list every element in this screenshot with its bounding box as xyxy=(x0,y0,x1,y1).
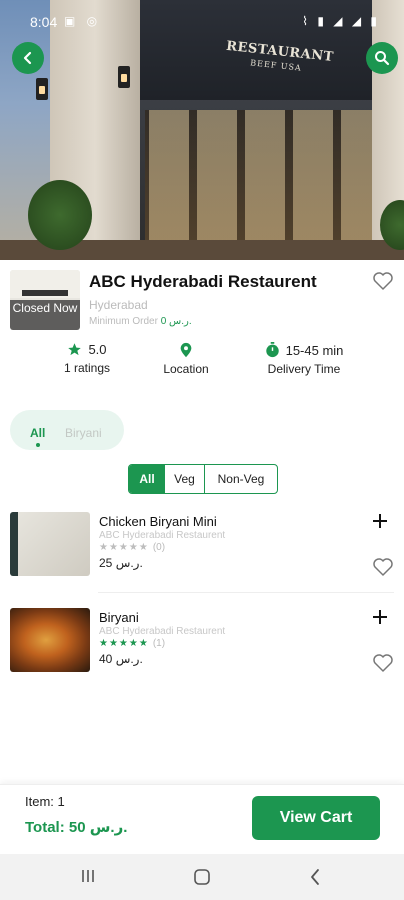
restaurant-cover-image: RESTAURANT BEEF USA xyxy=(0,0,404,260)
star-icon xyxy=(68,343,82,356)
add-to-cart-button[interactable] xyxy=(372,512,388,532)
heart-outline-icon xyxy=(373,272,393,290)
star-icon: ★★★★★ xyxy=(99,638,149,649)
menu-item-rating: ★★★★★ (0) xyxy=(99,542,165,553)
star-icon: ★★★★★ xyxy=(99,542,149,553)
item-divider xyxy=(98,592,394,593)
plus-icon xyxy=(373,514,387,528)
map-pin-icon xyxy=(180,342,192,358)
cart-item-count: Item: 1 xyxy=(25,794,65,809)
add-to-cart-button[interactable] xyxy=(372,608,388,628)
status-notification-icons: ▣ ◎ xyxy=(64,14,102,28)
rating-value: 5.0 xyxy=(88,342,107,357)
status-bar: 8:04 ▣ ◎ ⌇ ▮ ◢ ◢ ▮ xyxy=(0,0,404,36)
restaurant-name: ABC Hyderabadi Restaurent xyxy=(89,272,317,291)
rating-stat: 5.0 1 ratings xyxy=(54,342,120,375)
filter-all-button[interactable]: All xyxy=(129,465,165,493)
cart-total: Total: 50 ر.س. xyxy=(25,819,128,836)
search-button[interactable] xyxy=(366,42,398,74)
menu-item-restaurant: ABC Hyderabadi Restaurent xyxy=(99,530,226,541)
filter-nonveg-button[interactable]: Non-Veg xyxy=(205,465,277,493)
menu-item-restaurant: ABC Hyderabadi Restaurent xyxy=(99,626,226,637)
rating-count: 1 ratings xyxy=(63,361,111,375)
menu-item-image[interactable] xyxy=(10,512,90,576)
chevron-left-icon xyxy=(23,51,32,65)
menu-item-price: 40 ر.س. xyxy=(99,652,143,666)
diet-filter: All Veg Non-Veg xyxy=(128,464,278,494)
chevron-left-icon xyxy=(311,869,319,885)
recent-apps-icon xyxy=(82,870,94,882)
favorite-item-button[interactable] xyxy=(372,653,394,678)
location-label: Location xyxy=(163,362,209,376)
stopwatch-icon xyxy=(265,342,279,358)
category-tab-biryani[interactable]: Biryani xyxy=(65,426,102,440)
minimum-order: Minimum Order 0 ر.س. xyxy=(89,316,192,327)
active-category-indicator xyxy=(36,443,40,447)
status-time: 8:04 xyxy=(30,14,58,30)
minimum-order-amount: 0 ر.س. xyxy=(160,316,192,327)
system-back-button[interactable] xyxy=(308,868,322,891)
closed-status-badge: Closed Now xyxy=(10,300,80,330)
restaurant-city: Hyderabad xyxy=(89,298,148,312)
delivery-time-stat: 15-45 min Delivery Time xyxy=(258,342,350,376)
heart-outline-icon xyxy=(373,654,393,672)
home-icon xyxy=(194,869,210,885)
menu-item-price: 25 ر.س. xyxy=(99,556,143,570)
menu-item-title[interactable]: Biryani xyxy=(99,610,139,625)
restaurant-sign: RESTAURANT BEEF USA xyxy=(225,30,334,92)
home-button[interactable] xyxy=(193,868,211,891)
menu-item-rating-count: (0) xyxy=(152,542,166,553)
menu-item-rating-count: (1) xyxy=(152,638,166,649)
heart-outline-icon xyxy=(373,558,393,576)
location-stat[interactable]: Location xyxy=(150,342,222,376)
recent-apps-button[interactable] xyxy=(80,868,96,889)
delivery-time-value: 15-45 min xyxy=(285,342,344,358)
category-tab-all[interactable]: All xyxy=(30,426,45,440)
restaurant-logo: Closed Now xyxy=(10,270,80,330)
menu-item-image[interactable] xyxy=(10,608,90,672)
search-icon xyxy=(375,51,390,66)
menu-item-title[interactable]: Chicken Biryani Mini xyxy=(99,514,217,529)
favorite-item-button[interactable] xyxy=(372,557,394,582)
plus-icon xyxy=(373,610,387,624)
favorite-restaurant-button[interactable] xyxy=(372,271,394,296)
view-cart-button[interactable]: View Cart xyxy=(252,796,380,840)
minimum-order-label: Minimum Order xyxy=(89,316,158,327)
back-button[interactable] xyxy=(12,42,44,74)
menu-item-rating: ★★★★★ (1) xyxy=(99,638,165,649)
filter-veg-button[interactable]: Veg xyxy=(165,465,205,493)
status-system-icons: ⌇ ▮ ◢ ◢ ▮ xyxy=(302,14,380,28)
delivery-time-label: Delivery Time xyxy=(267,362,341,376)
